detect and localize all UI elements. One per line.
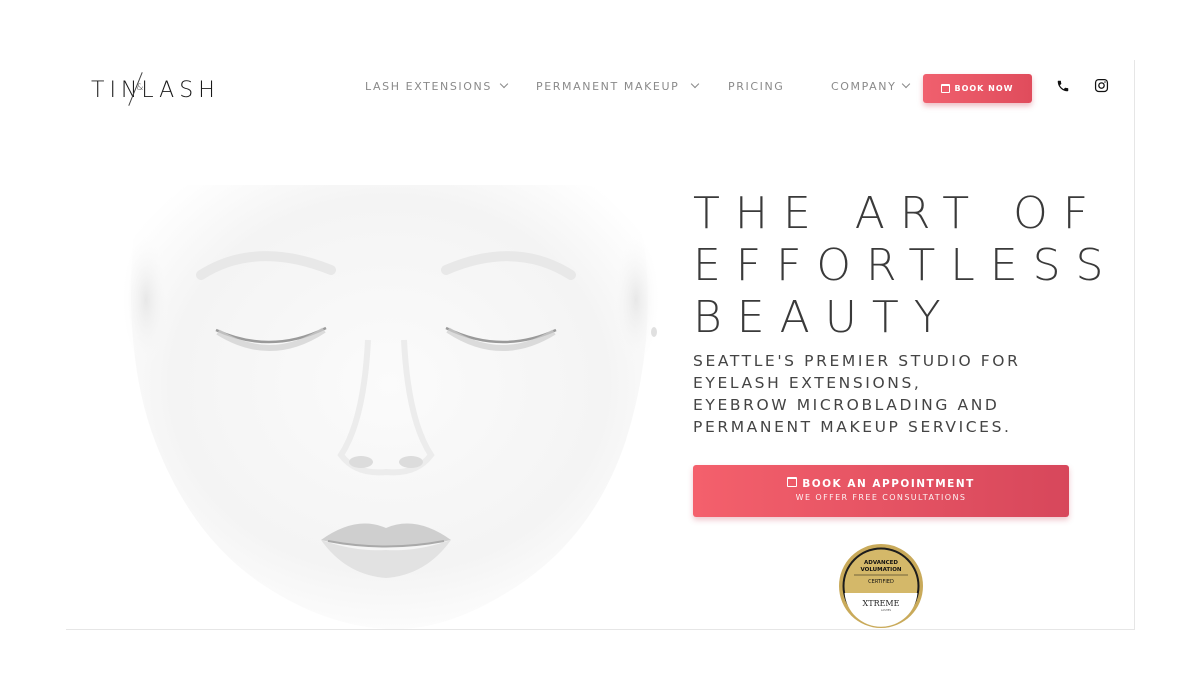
badge-line-1: ADVANCED xyxy=(864,560,898,566)
phone-icon[interactable] xyxy=(1056,79,1070,93)
nav-company[interactable]: COMPANY xyxy=(831,79,911,93)
badge-brand: XTREME xyxy=(863,599,900,608)
logo-ampersand: & xyxy=(136,83,144,93)
nav-label: COMPANY xyxy=(831,80,897,93)
calendar-icon xyxy=(941,84,951,93)
badge-line-2: VOLUMATION xyxy=(861,567,902,573)
chevron-down-icon xyxy=(902,79,911,88)
nav-lash-extensions[interactable]: LASH EXTENSIONS xyxy=(365,79,509,93)
badge-line-3: CERTIFIED xyxy=(868,579,894,585)
nav-label: PERMANENT MAKEUP xyxy=(536,80,680,93)
certification-badge: ADVANCED VOLUMATION CERTIFIED XTREME LAS… xyxy=(839,544,923,628)
headline-line: THE ART OF xyxy=(693,188,1104,239)
site-logo[interactable]: TIN & LASH xyxy=(91,72,251,106)
headline-line: EFFORTLESS xyxy=(693,240,1119,291)
nav-label: LASH EXTENSIONS xyxy=(365,80,492,93)
cta-label: BOOK AN APPOINTMENT xyxy=(802,478,975,490)
hero-headline: THE ART OF EFFORTLESS BEAUTY xyxy=(693,188,1113,344)
hero-subheadline: SEATTLE'S PREMIER STUDIO FOR EYELASH EXT… xyxy=(693,352,1021,436)
nav-permanent-makeup[interactable]: PERMANENT MAKEUP xyxy=(536,79,700,93)
instagram-icon[interactable] xyxy=(1094,78,1109,93)
nav-label: PRICING xyxy=(728,80,785,93)
badge-brand-sub: LASHES xyxy=(881,608,892,612)
book-now-label: BOOK NOW xyxy=(954,84,1014,93)
cta-main-line: BOOK AN APPOINTMENT xyxy=(693,477,1069,490)
page-frame: TIN & LASH LASH EXTENSIONS PERMANENT MAK… xyxy=(66,60,1135,630)
logo-text-right: LASH xyxy=(141,77,220,103)
chevron-down-icon xyxy=(499,79,509,88)
chevron-down-icon xyxy=(691,79,700,88)
cta-sublabel: WE OFFER FREE CONSULTATIONS xyxy=(795,493,967,502)
calendar-icon xyxy=(787,477,798,487)
book-appointment-button[interactable]: BOOK AN APPOINTMENT WE OFFER FREE CONSUL… xyxy=(693,465,1069,517)
hero-face-image xyxy=(121,184,661,629)
book-now-button[interactable]: BOOK NOW xyxy=(923,74,1032,103)
nav-pricing[interactable]: PRICING xyxy=(728,80,784,93)
headline-line: BEAUTY xyxy=(693,292,956,343)
